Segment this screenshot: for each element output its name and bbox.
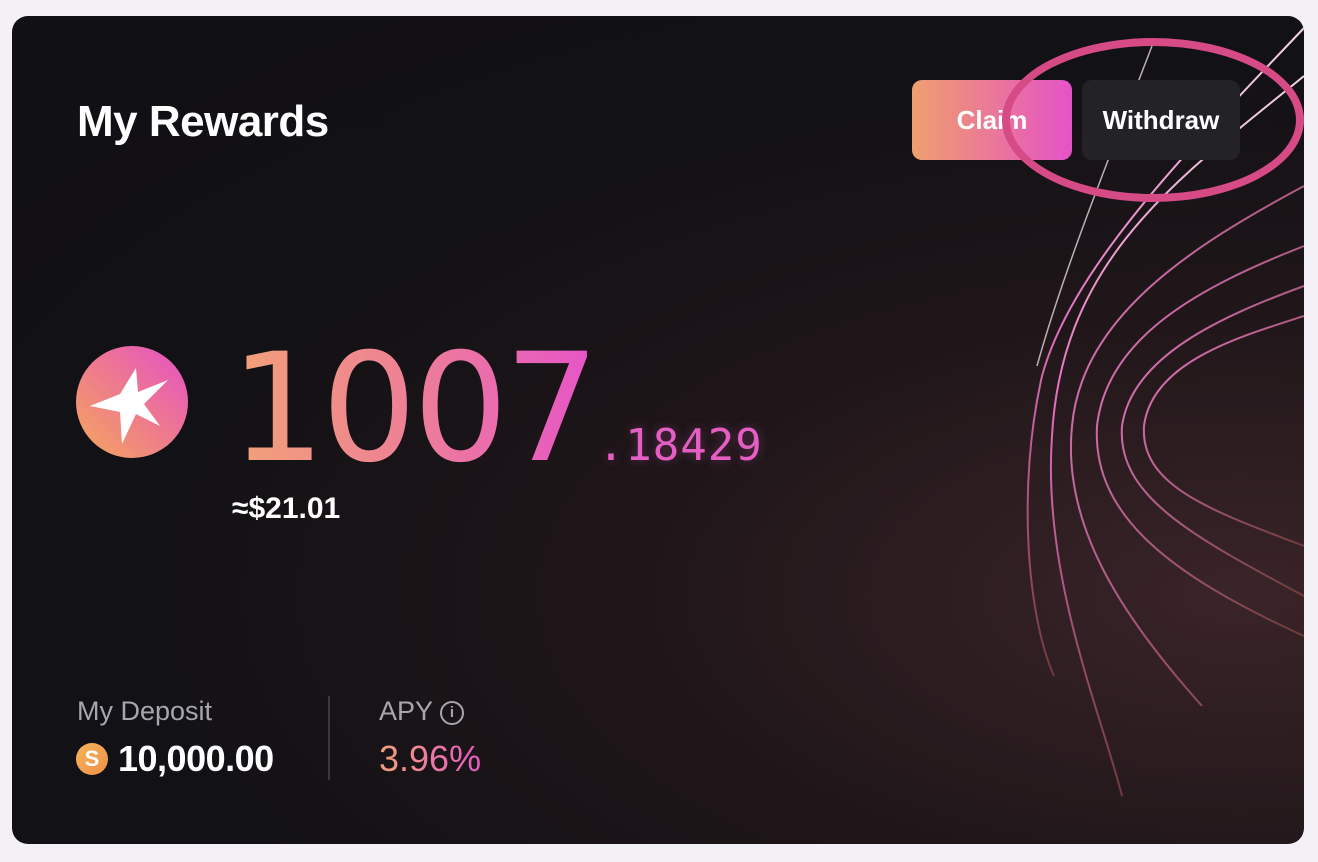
info-icon[interactable]: i — [440, 701, 464, 725]
rewards-amount: 1007.18429 — [230, 334, 763, 484]
deposit-label: My Deposit — [77, 696, 213, 726]
stat-divider — [328, 696, 330, 780]
rewards-amount-integer: 1007 — [230, 322, 600, 496]
apy-label: APY — [379, 696, 434, 726]
sparkle-star-icon — [76, 346, 188, 458]
withdraw-button[interactable]: Withdraw — [1082, 80, 1240, 160]
claim-button[interactable]: Claim — [912, 80, 1072, 160]
deposit-value: 10,000.00 — [118, 738, 274, 779]
s-coin-icon: S — [76, 743, 108, 775]
s-coin-glyph: S — [84, 746, 100, 771]
rewards-card: My Rewards Claim Withdraw 1007.18429 ≈$2… — [12, 16, 1304, 844]
rewards-usd-value: ≈$21.01 — [232, 492, 341, 525]
rewards-amount-decimal: .18429 — [597, 420, 763, 471]
apy-value: 3.96% — [379, 738, 482, 779]
page-title: My Rewards — [77, 97, 329, 146]
